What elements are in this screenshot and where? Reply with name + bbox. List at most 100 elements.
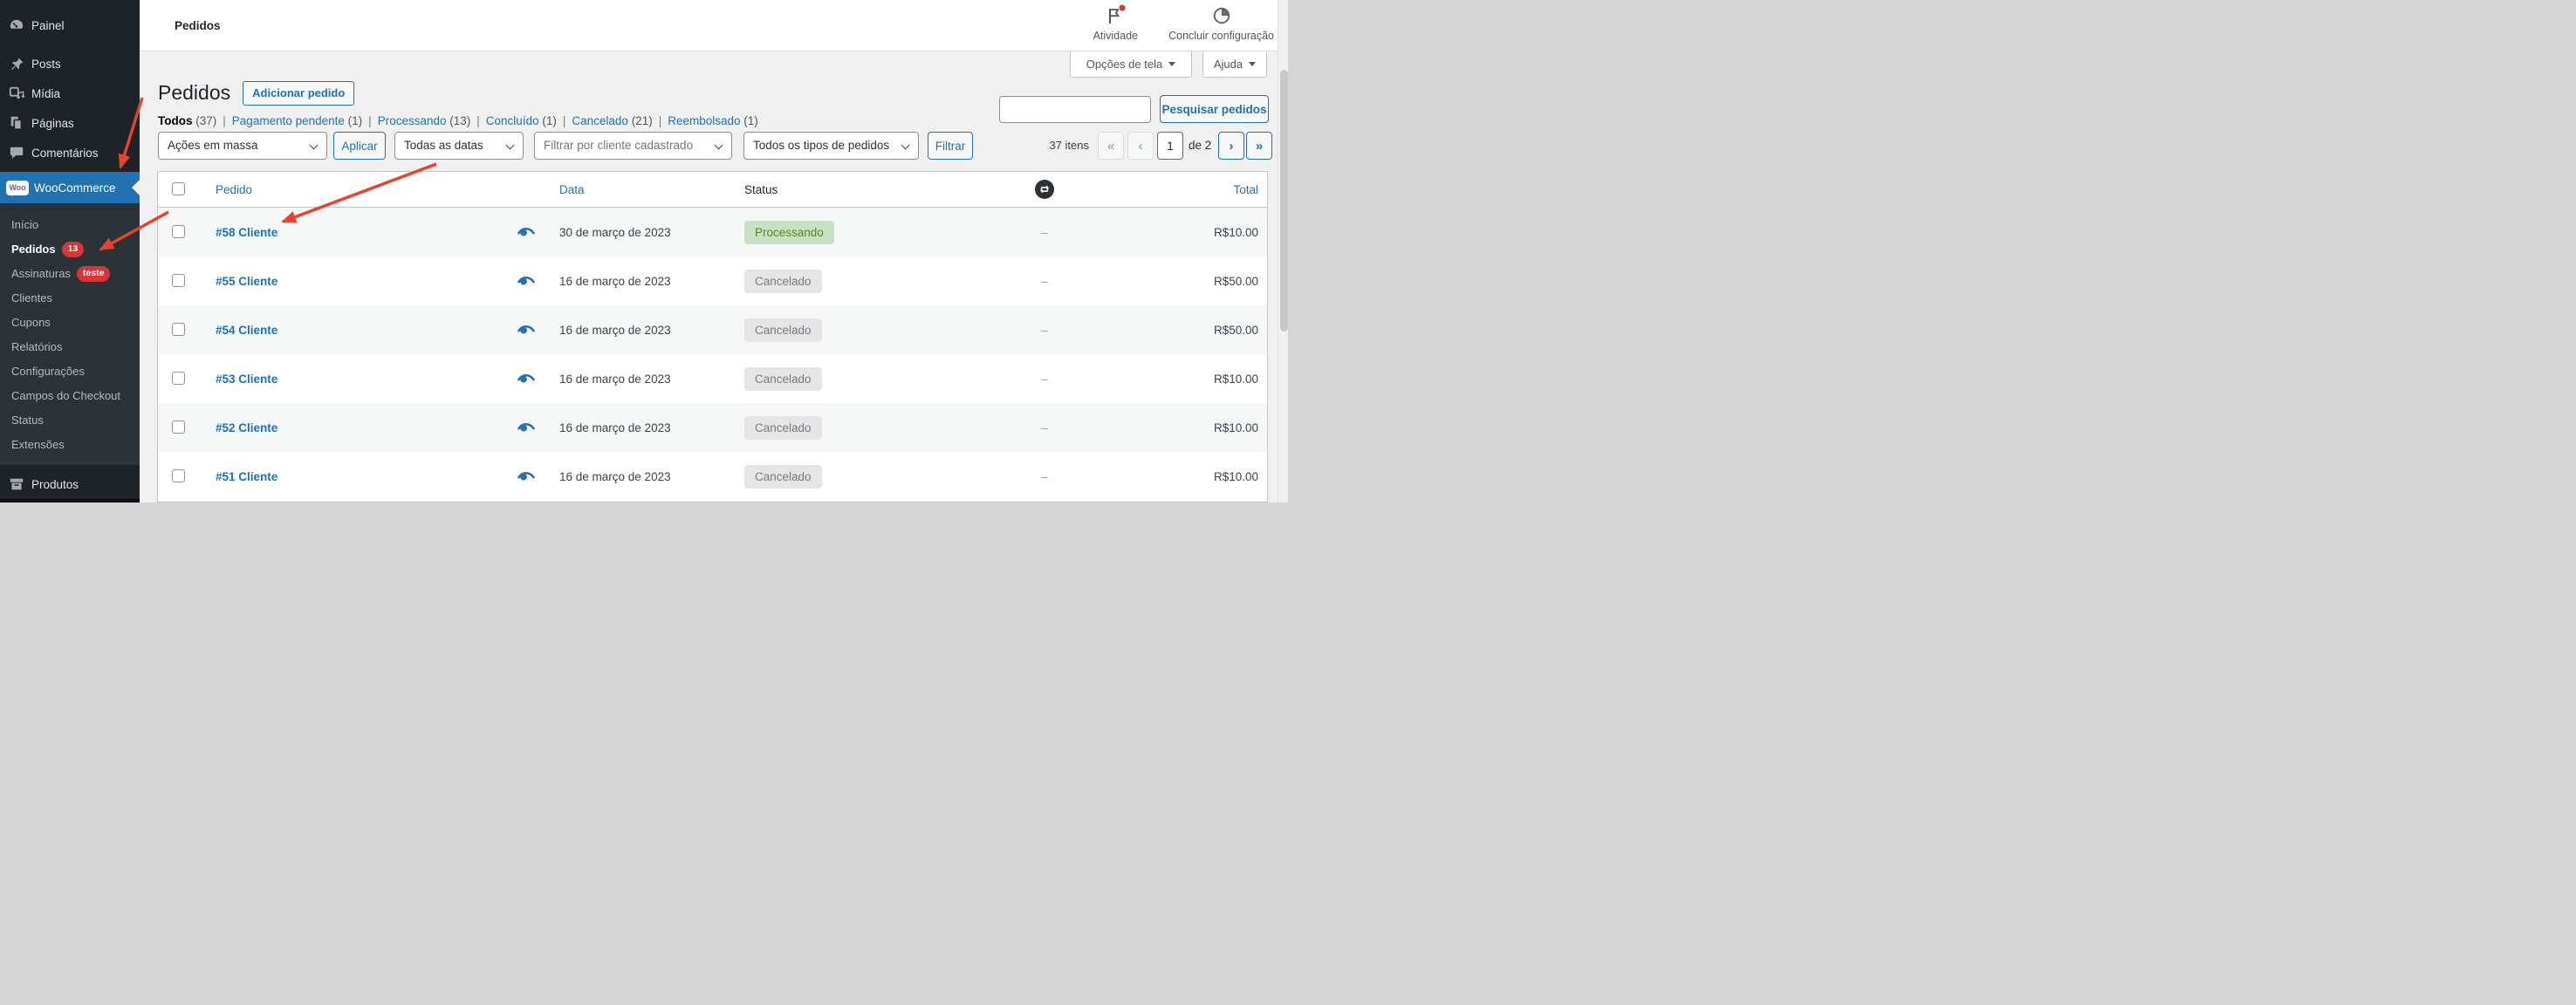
order-link[interactable]: #51 Cliente	[216, 452, 277, 501]
recurring-column-icon	[1035, 172, 1054, 207]
sidebar-bottom-divider	[0, 499, 140, 502]
preview-eye-icon[interactable]	[517, 305, 535, 354]
chevron-down-icon	[1249, 62, 1256, 66]
screen-options-button[interactable]: Opções de tela	[1070, 51, 1192, 78]
table-row: #58 Cliente 30 de março de 2023 Processa…	[158, 208, 1267, 256]
row-checkbox[interactable]	[172, 225, 185, 238]
filter-pagamento-pendente[interactable]: Pagamento pendente (1)	[232, 114, 362, 127]
filter-processando[interactable]: Processando (13)	[378, 114, 471, 127]
first-page-button[interactable]: «	[1098, 132, 1124, 160]
column-header-total[interactable]: Total	[1233, 172, 1258, 207]
woocommerce-orders-screen: Painel Posts Mídia Páginas Comentários	[0, 0, 1288, 502]
preview-eye-icon[interactable]	[517, 452, 535, 501]
submenu-item-pedidos[interactable]: Pedidos13	[0, 237, 140, 262]
submenu-item-assinaturas[interactable]: Assinaturasteste	[0, 262, 140, 286]
select-all-checkbox[interactable]	[172, 182, 185, 195]
sidebar-item-paginas[interactable]: Páginas	[0, 108, 140, 138]
filter-cancelado[interactable]: Cancelado (21)	[572, 114, 652, 127]
submenu-item-status[interactable]: Status	[0, 408, 140, 433]
column-header-data[interactable]: Data	[559, 172, 585, 207]
last-page-button[interactable]: »	[1246, 132, 1272, 160]
submenu-item-cupons[interactable]: Cupons	[0, 311, 140, 335]
row-checkbox[interactable]	[172, 274, 185, 287]
row-checkbox[interactable]	[172, 469, 185, 482]
order-link[interactable]: #58 Cliente	[216, 208, 277, 256]
sidebar-item-midia[interactable]: Mídia	[0, 79, 140, 108]
sidebar-item-label: Páginas	[31, 117, 74, 130]
preview-eye-icon[interactable]	[517, 354, 535, 403]
filter-button[interactable]: Filtrar	[928, 132, 973, 160]
order-type-select[interactable]: Todos os tipos de pedidos	[743, 132, 919, 160]
sidebar-item-label: Comentários	[31, 147, 99, 160]
sidebar-item-woocommerce[interactable]: Woo WooCommerce	[0, 172, 140, 203]
filter-reembolsado[interactable]: Reembolsado (1)	[668, 114, 758, 127]
active-menu-notch	[132, 180, 140, 195]
apply-button[interactable]: Aplicar	[333, 132, 386, 160]
column-header-pedido[interactable]: Pedido	[216, 172, 252, 207]
filter-concluido[interactable]: Concluído (1)	[486, 114, 557, 127]
sidebar-item-produtos[interactable]: Produtos	[0, 469, 140, 499]
submenu-item-inicio[interactable]: Início	[0, 213, 140, 237]
recurring-cell: –	[1036, 452, 1053, 501]
row-checkbox[interactable]	[172, 323, 185, 336]
scrollbar-thumb[interactable]	[1280, 70, 1288, 332]
flag-icon	[1106, 6, 1125, 28]
admin-sidebar: Painel Posts Mídia Páginas Comentários	[0, 0, 140, 502]
pin-icon	[9, 56, 24, 72]
preview-eye-icon[interactable]	[517, 403, 535, 452]
status-badge: Cancelado	[744, 416, 822, 440]
status-badge: Processando	[744, 221, 834, 244]
order-link[interactable]: #54 Cliente	[216, 305, 277, 354]
order-link[interactable]: #52 Cliente	[216, 403, 277, 452]
help-button[interactable]: Ajuda	[1202, 51, 1267, 78]
sidebar-item-label: Painel	[31, 19, 65, 32]
woocommerce-icon: Woo	[6, 181, 29, 195]
progress-pie-icon	[1212, 6, 1231, 28]
order-date: 16 de março de 2023	[559, 354, 671, 403]
items-count: 37 itens	[1035, 132, 1089, 160]
sidebar-item-label: Produtos	[31, 478, 79, 491]
notification-dot-icon	[1118, 3, 1127, 12]
sidebar-item-posts[interactable]: Posts	[0, 49, 140, 79]
add-order-button[interactable]: Adicionar pedido	[243, 81, 354, 106]
products-box-icon	[9, 476, 24, 492]
filter-todos[interactable]: Todos (37)	[158, 114, 216, 127]
table-row: #52 Cliente 16 de março de 2023 Cancelad…	[158, 403, 1267, 452]
current-page-input[interactable]	[1157, 132, 1183, 160]
chevron-down-icon	[715, 141, 723, 150]
activity-button[interactable]: Atividade	[1093, 6, 1138, 42]
submenu-item-clientes[interactable]: Clientes	[0, 286, 140, 311]
submenu-item-extensoes[interactable]: Extensões	[0, 433, 140, 457]
dashboard-icon	[9, 17, 24, 33]
finish-setup-button[interactable]: Concluir configuração	[1168, 6, 1274, 42]
search-orders-input[interactable]	[999, 96, 1151, 123]
order-link[interactable]: #55 Cliente	[216, 256, 277, 305]
sidebar-item-label: Posts	[31, 58, 61, 71]
table-row: #54 Cliente 16 de março de 2023 Cancelad…	[158, 305, 1267, 354]
next-page-button[interactable]: ›	[1218, 132, 1244, 160]
table-row: #55 Cliente 16 de março de 2023 Cancelad…	[158, 256, 1267, 305]
submenu-item-configuracoes[interactable]: Configurações	[0, 359, 140, 384]
teste-badge: teste	[77, 266, 111, 282]
sidebar-item-comentarios[interactable]: Comentários	[0, 138, 140, 168]
order-date: 16 de março de 2023	[559, 256, 671, 305]
order-total: R$10.00	[1214, 208, 1258, 256]
submenu-item-campos-checkout[interactable]: Campos do Checkout	[0, 384, 140, 408]
order-link[interactable]: #53 Cliente	[216, 354, 277, 403]
submenu-item-relatorios[interactable]: Relatórios	[0, 335, 140, 359]
preview-eye-icon[interactable]	[517, 208, 535, 256]
sidebar-item-painel[interactable]: Painel	[0, 10, 140, 40]
preview-eye-icon[interactable]	[517, 256, 535, 305]
order-date: 16 de março de 2023	[559, 305, 671, 354]
sidebar-item-label: Mídia	[31, 87, 60, 100]
prev-page-button[interactable]: ‹	[1127, 132, 1154, 160]
chevron-down-icon	[506, 141, 515, 150]
dates-filter-select[interactable]: Todas as datas	[394, 132, 524, 160]
pages-icon	[9, 115, 24, 131]
row-checkbox[interactable]	[172, 372, 185, 385]
search-orders-button[interactable]: Pesquisar pedidos	[1160, 95, 1269, 123]
row-checkbox[interactable]	[172, 420, 185, 434]
customer-filter-select[interactable]: Filtrar por cliente cadastrado	[534, 132, 732, 160]
bulk-actions-select[interactable]: Ações em massa	[158, 132, 327, 160]
order-total: R$10.00	[1214, 403, 1258, 452]
